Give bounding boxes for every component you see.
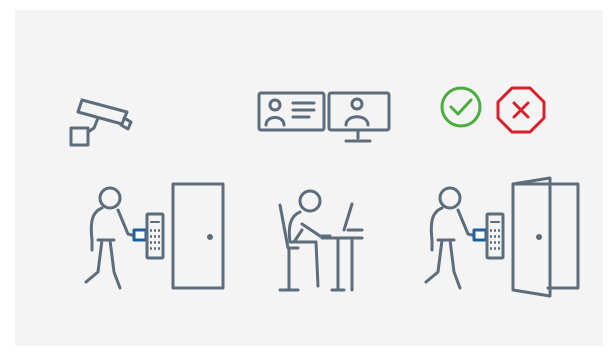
keypad-reader-icon	[485, 212, 505, 260]
closed-door-icon	[171, 182, 225, 290]
person-with-card-icon	[84, 186, 138, 290]
open-door-icon	[511, 176, 580, 298]
access-card-icon	[132, 228, 148, 242]
x-octagon-icon	[496, 86, 546, 134]
keypad-reader-icon	[145, 212, 165, 260]
operator-at-desk-icon	[278, 189, 364, 292]
id-card-icon	[257, 91, 326, 132]
check-circle-icon	[440, 86, 482, 128]
person-with-card-icon	[424, 186, 478, 290]
monitor-user-icon	[327, 91, 391, 143]
access-control-illustration	[69, 86, 580, 298]
access-card-icon	[472, 228, 488, 242]
security-camera-icon	[69, 98, 133, 147]
